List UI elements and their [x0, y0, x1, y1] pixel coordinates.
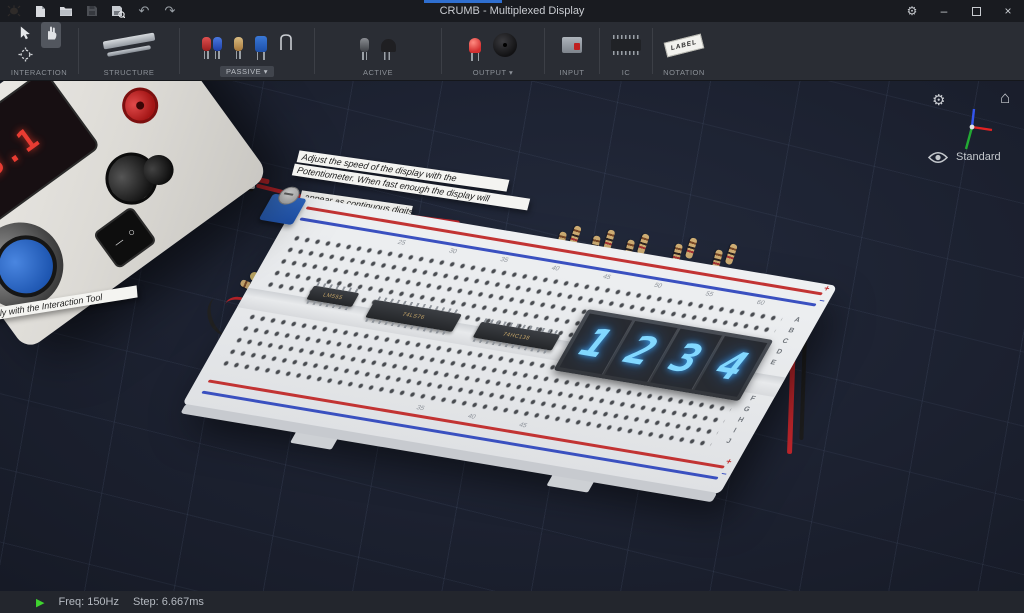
section-label-active: ACTIVE [363, 68, 393, 77]
step-readout: Step: 6.667ms [133, 596, 204, 608]
row-number: 60 [755, 299, 766, 307]
open-folder-icon[interactable] [58, 3, 74, 19]
psu-power-switch[interactable]: — ○ [93, 206, 158, 270]
section-label-notation: NOTATION [663, 68, 705, 77]
statusbar: ▶ Freq: 150Hz Step: 6.667ms [0, 591, 1024, 613]
toolbar-section-active: ACTIVE [315, 22, 441, 80]
row-number: 40 [466, 413, 477, 421]
chip-label: 74LS76 [401, 311, 426, 320]
redo-icon[interactable]: ↷ [162, 3, 178, 19]
section-label-ic: IC [622, 68, 631, 77]
switch-on-mark: — [112, 235, 125, 248]
axis-gizmo[interactable] [952, 103, 994, 156]
save-icon[interactable] [84, 3, 100, 19]
psu-display-value: 3.1 [0, 119, 48, 184]
wire-part-icon[interactable] [279, 33, 293, 56]
frequency-readout: Freq: 150Hz [58, 596, 119, 608]
row-number: 55 [704, 291, 715, 299]
crumb-window: ↶ ↷ CRUMB - Multiplexed Display ⚙ – × [0, 0, 1024, 613]
psu-positive-terminal[interactable] [115, 81, 165, 131]
undo-icon[interactable]: ↶ [136, 3, 152, 19]
row-number: 40 [550, 265, 561, 273]
home-view-icon[interactable]: ⌂ [1000, 88, 1010, 108]
toolbar-section-interaction: INTERACTION [0, 22, 78, 80]
maximize-icon [972, 7, 981, 16]
toolbar-section-notation: LABEL NOTATION [653, 22, 715, 80]
capacitor-part-icon[interactable] [255, 36, 267, 52]
focus-crosshair-tool[interactable] [18, 47, 33, 67]
toolbar-section-ic: IC [600, 22, 652, 80]
row-number: 45 [517, 422, 528, 430]
toolbar-section-passive: PASSIVE ▾ [180, 22, 314, 80]
section-label-structure: STRUCTURE [104, 68, 155, 77]
chevron-down-icon: ▾ [509, 68, 513, 77]
chip-label: 74HC138 [502, 331, 532, 341]
led-part-icon[interactable] [469, 38, 481, 53]
new-file-icon[interactable] [32, 3, 48, 19]
rail-plus-mark: + [822, 283, 832, 293]
titlebar-accent [424, 0, 502, 3]
chip-label: LM555 [322, 292, 344, 301]
titlebar: ↶ ↷ CRUMB - Multiplexed Display ⚙ – × [0, 0, 1024, 22]
rail-minus-mark: − [719, 469, 729, 479]
diode-part-icon[interactable] [234, 37, 243, 51]
hand-interaction-tool[interactable] [41, 22, 61, 48]
switch-off-mark: ○ [126, 226, 138, 240]
section-label-interaction: INTERACTION [11, 68, 67, 77]
rail-minus-mark: − [817, 296, 827, 306]
toolbar-section-output: OUTPUT ▾ [442, 22, 544, 80]
scene-viewport[interactable]: 3.1 — ○ + − + − [0, 81, 1024, 591]
row-number: 30 [447, 248, 458, 256]
play-icon[interactable]: ▶ [36, 596, 44, 609]
label-part-icon[interactable]: LABEL [664, 33, 705, 57]
row-number: 25 [396, 239, 407, 247]
settings-gear-icon[interactable]: ⚙ [896, 0, 928, 22]
viewport-settings-gear-icon[interactable]: ⚙ [932, 91, 945, 109]
transistor-part-icon[interactable] [381, 39, 396, 52]
row-number: 35 [415, 404, 426, 412]
select-cursor-tool[interactable] [18, 25, 33, 46]
minimize-button[interactable]: – [928, 0, 960, 22]
ic-part-icon[interactable] [611, 39, 641, 51]
rail-plus-mark: + [724, 456, 734, 466]
eye-icon[interactable] [928, 151, 948, 169]
row-number: 45 [601, 273, 612, 281]
toolbar-section-structure: STRUCTURE [79, 22, 179, 80]
save-as-icon[interactable] [110, 3, 126, 19]
close-button[interactable]: × [992, 0, 1024, 22]
maximize-button[interactable] [960, 0, 992, 22]
row-number: 50 [653, 282, 664, 290]
switch-part-icon[interactable] [562, 37, 582, 53]
chip-lm555[interactable]: LM555 [306, 286, 359, 307]
app-logo-icon [6, 3, 22, 19]
buzzer-part-icon[interactable] [493, 33, 517, 57]
component-toolbar: INTERACTION STRUCTURE P [0, 22, 1024, 81]
chevron-down-icon: ▾ [264, 67, 268, 76]
section-label-input: INPUT [560, 68, 585, 77]
row-number: 35 [499, 256, 510, 264]
view-mode-label[interactable]: Standard [956, 151, 1001, 163]
section-label-passive[interactable]: PASSIVE ▾ [220, 66, 274, 77]
toolbar-section-input: INPUT [545, 22, 599, 80]
section-label-output[interactable]: OUTPUT ▾ [473, 68, 514, 77]
psu-display: 3.1 [0, 81, 101, 235]
active-diode-part-icon[interactable] [360, 38, 369, 52]
resistor-part-icon[interactable] [202, 37, 222, 51]
